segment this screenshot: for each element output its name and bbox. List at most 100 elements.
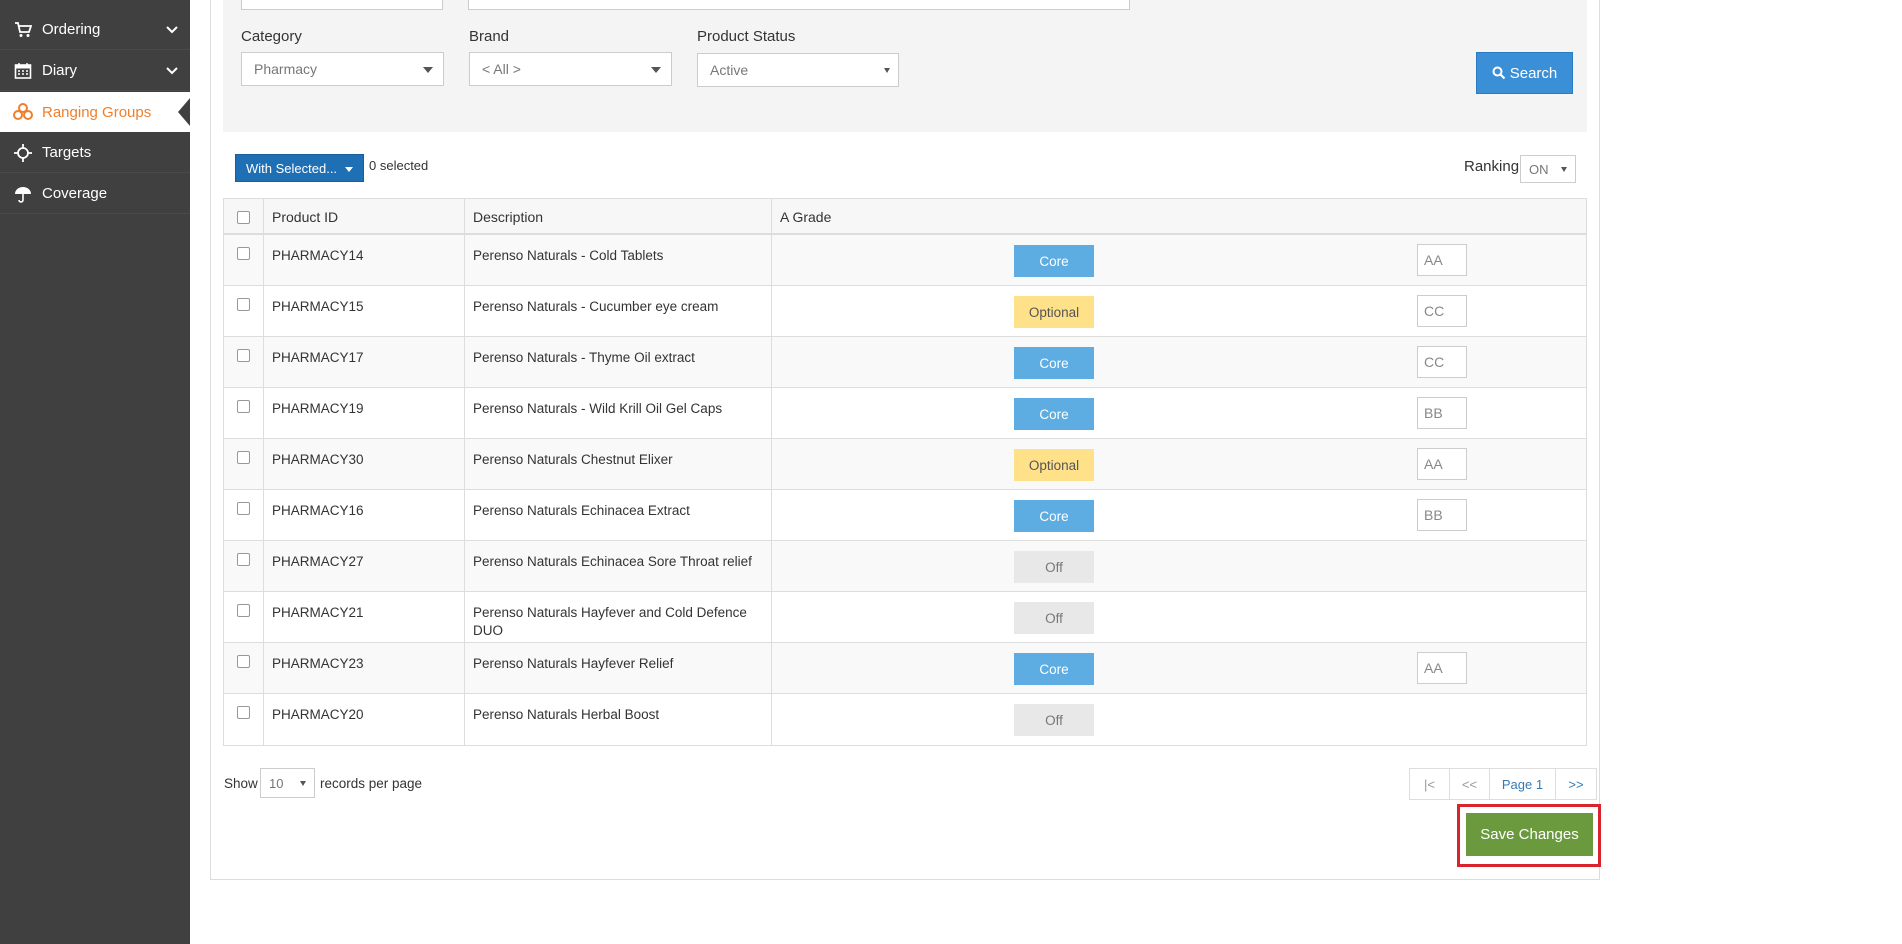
status-label: Product Status bbox=[697, 28, 796, 45]
description-cell: Perenso Naturals Chestnut Elixer bbox=[465, 439, 772, 490]
row-select-cell bbox=[224, 286, 264, 337]
row-checkbox[interactable] bbox=[237, 298, 250, 311]
sidebar-item-coverage[interactable]: Coverage bbox=[0, 174, 190, 214]
cart-icon bbox=[12, 19, 34, 41]
prev-page-button[interactable]: << bbox=[1450, 769, 1490, 799]
select-all-cell bbox=[224, 199, 264, 235]
rank-input[interactable]: AA bbox=[1417, 448, 1467, 480]
chevron-down-icon bbox=[166, 22, 178, 39]
row-checkbox[interactable] bbox=[237, 502, 250, 515]
rank-input[interactable]: BB bbox=[1417, 499, 1467, 531]
caret-down-icon bbox=[300, 781, 306, 786]
search-button[interactable]: Search bbox=[1476, 52, 1573, 94]
top-search-field[interactable] bbox=[468, 0, 1130, 10]
row-select-cell bbox=[224, 388, 264, 439]
rank-input[interactable]: BB bbox=[1417, 397, 1467, 429]
products-table: Product ID Description A Grade PHARMACY1… bbox=[223, 198, 1587, 746]
rank-input[interactable]: CC bbox=[1417, 295, 1467, 327]
current-page[interactable]: Page 1 bbox=[1490, 769, 1556, 799]
product-id-cell: PHARMACY20 bbox=[264, 694, 465, 745]
sidebar-item-ordering[interactable]: Ordering bbox=[0, 10, 190, 50]
description-cell: Perenso Naturals Echinacea Sore Throat r… bbox=[465, 541, 772, 592]
top-field[interactable] bbox=[241, 0, 443, 10]
row-checkbox[interactable] bbox=[237, 451, 250, 464]
caret-down-icon bbox=[345, 167, 353, 172]
rank-input[interactable]: AA bbox=[1417, 652, 1467, 684]
with-selected-dropdown[interactable]: With Selected... bbox=[235, 154, 364, 182]
header-product-id[interactable]: Product ID bbox=[264, 199, 465, 235]
table-row: PHARMACY20 Perenso Naturals Herbal Boost O… bbox=[224, 694, 1586, 745]
header-description[interactable]: Description bbox=[465, 199, 772, 235]
description-cell: Perenso Naturals Hayfever and Cold Defen… bbox=[465, 592, 772, 643]
row-select-cell bbox=[224, 439, 264, 490]
table-row: PHARMACY19 Perenso Naturals - Wild Krill … bbox=[224, 388, 1586, 439]
status-value: Active bbox=[710, 62, 749, 78]
rank-input[interactable]: AA bbox=[1417, 244, 1467, 276]
ranking-select[interactable]: ON bbox=[1520, 155, 1576, 183]
grade-status-toggle[interactable]: Core bbox=[1014, 653, 1094, 685]
status-select[interactable]: Active bbox=[697, 53, 899, 87]
product-id-cell: PHARMACY16 bbox=[264, 490, 465, 541]
with-selected-label: With Selected... bbox=[246, 160, 338, 176]
table-row: PHARMACY16 Perenso Naturals Echinacea Ext… bbox=[224, 490, 1586, 541]
row-checkbox[interactable] bbox=[237, 655, 250, 668]
sidebar-item-label: Ranging Groups bbox=[42, 103, 152, 121]
sidebar-item-targets[interactable]: Targets bbox=[0, 133, 190, 173]
product-id-cell: PHARMACY30 bbox=[264, 439, 465, 490]
grade-status-toggle[interactable]: Core bbox=[1014, 245, 1094, 277]
row-checkbox[interactable] bbox=[237, 247, 250, 260]
ranking-value: ON bbox=[1529, 161, 1549, 177]
grade-status-toggle[interactable]: Core bbox=[1014, 500, 1094, 532]
a-grade-cell bbox=[772, 541, 1586, 592]
grade-status-toggle[interactable]: Off bbox=[1014, 551, 1094, 583]
row-checkbox[interactable] bbox=[237, 400, 250, 413]
first-page-button[interactable]: |< bbox=[1410, 769, 1450, 799]
grade-status-toggle[interactable]: Optional bbox=[1014, 296, 1094, 328]
table-row: PHARMACY27 Perenso Naturals Echinacea Sor… bbox=[224, 541, 1586, 592]
sidebar-item-ranging-groups[interactable]: Ranging Groups bbox=[0, 92, 190, 132]
row-checkbox[interactable] bbox=[237, 706, 250, 719]
description-cell: Perenso Naturals Herbal Boost bbox=[465, 694, 772, 745]
table-body: PHARMACY14 Perenso Naturals - Cold Tablet… bbox=[224, 235, 1586, 745]
row-checkbox[interactable] bbox=[237, 349, 250, 362]
brand-label: Brand bbox=[469, 28, 510, 45]
rank-input[interactable]: CC bbox=[1417, 346, 1467, 378]
row-checkbox[interactable] bbox=[237, 604, 250, 617]
per-page-select[interactable]: 10 bbox=[260, 768, 315, 798]
product-id-cell: PHARMACY14 bbox=[264, 235, 465, 286]
sidebar-item-label: Targets bbox=[42, 144, 92, 161]
product-id-cell: PHARMACY17 bbox=[264, 337, 465, 388]
grade-status-toggle[interactable]: Optional bbox=[1014, 449, 1094, 481]
a-grade-cell bbox=[772, 592, 1586, 643]
description-cell: Perenso Naturals - Thyme Oil extract bbox=[465, 337, 772, 388]
row-select-cell bbox=[224, 643, 264, 694]
row-checkbox[interactable] bbox=[237, 553, 250, 566]
select-all-checkbox[interactable] bbox=[237, 210, 250, 224]
table-row: PHARMACY30 Perenso Naturals Chestnut Elix… bbox=[224, 439, 1586, 490]
sidebar-item-diary[interactable]: Diary bbox=[0, 51, 190, 91]
a-grade-cell bbox=[772, 694, 1586, 745]
save-changes-button[interactable]: Save Changes bbox=[1466, 813, 1593, 856]
next-page-button[interactable]: >> bbox=[1556, 769, 1596, 799]
grade-status-toggle[interactable]: Core bbox=[1014, 347, 1094, 379]
sidebar-item-label: Coverage bbox=[42, 185, 108, 202]
table-row: PHARMACY14 Perenso Naturals - Cold Tablet… bbox=[224, 235, 1586, 286]
grade-status-toggle[interactable]: Off bbox=[1014, 704, 1094, 736]
category-select[interactable]: Pharmacy bbox=[241, 52, 444, 86]
table-row: PHARMACY15 Perenso Naturals - Cucumber ey… bbox=[224, 286, 1586, 337]
caret-down-icon bbox=[651, 67, 661, 73]
product-id-cell: PHARMACY27 bbox=[264, 541, 465, 592]
row-select-cell bbox=[224, 490, 264, 541]
brand-select[interactable]: < All > bbox=[469, 52, 672, 86]
grade-status-toggle[interactable]: Core bbox=[1014, 398, 1094, 430]
show-label: Show bbox=[224, 776, 258, 791]
grade-status-toggle[interactable]: Off bbox=[1014, 602, 1094, 634]
selected-count: 0 selected bbox=[369, 158, 429, 173]
caret-down-icon bbox=[423, 67, 433, 73]
per-page-label: records per page bbox=[320, 776, 423, 791]
category-label: Category bbox=[241, 28, 302, 45]
description-cell: Perenso Naturals Echinacea Extract bbox=[465, 490, 772, 541]
description-cell: Perenso Naturals - Wild Krill Oil Gel Ca… bbox=[465, 388, 772, 439]
search-icon bbox=[1492, 66, 1506, 80]
active-indicator bbox=[178, 98, 190, 126]
